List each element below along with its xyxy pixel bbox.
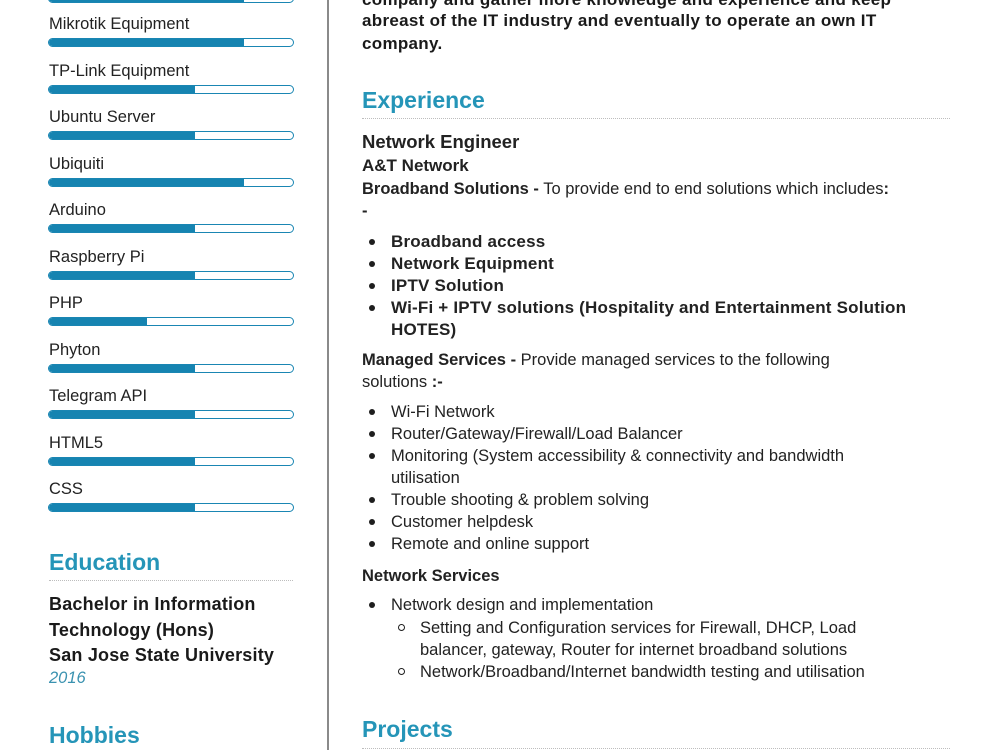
bullet-icon [369, 497, 375, 503]
bullet-icon [369, 453, 375, 459]
degree: Bachelor in Information [49, 594, 256, 614]
education-divider [49, 580, 293, 581]
managed-text: Provide managed services to the followin… [516, 351, 830, 369]
list-item: Customer helpdesk [391, 513, 534, 531]
skill-label: Phyton [49, 340, 101, 359]
job-title: Network Engineer [362, 131, 520, 152]
list-item: Monitoring (System accessibility & conne… [391, 447, 845, 465]
skill-level-bar [48, 363, 294, 373]
broadband-text: To provide end to end solutions which in… [538, 180, 884, 198]
skill-level-fill [49, 504, 196, 511]
skill-level-fill [49, 271, 196, 279]
broadband-suffix: : [883, 180, 890, 198]
skill-level-bar [48, 317, 294, 326]
list-item: Trouble shooting & problem solving [391, 491, 650, 509]
company-name: A&T Network [362, 156, 469, 175]
skill-label: Ubuntu Server [49, 108, 156, 126]
skill-level-bar [48, 410, 294, 419]
bullet-icon [369, 431, 375, 437]
managed-line2-suffix: :- [431, 373, 443, 391]
skill-level-bar [48, 224, 294, 233]
column-divider [327, 0, 329, 750]
bullet-icon [369, 409, 375, 415]
managed-services-line: Managed Services - Provide managed servi… [362, 349, 830, 371]
skill-level-fill [49, 364, 196, 372]
skill-level-fill [49, 178, 245, 186]
managed-line2-text: solutions [362, 373, 432, 391]
list-item: Broadband access [391, 232, 546, 251]
bullet-icon [369, 305, 375, 311]
skill-label: CSS [49, 480, 83, 498]
objective-line: company. [362, 34, 443, 53]
skill-label: Mikrotik Equipment [49, 15, 190, 33]
list-item: Router/Gateway/Firewall/Load Balancer [391, 425, 683, 443]
list-item: utilisation [391, 469, 460, 487]
list-item: IPTV Solution [391, 276, 505, 295]
managed-services-line2: solutions :- [362, 371, 443, 393]
skill-level-bar [48, 84, 294, 94]
skill-level-fill [49, 225, 196, 232]
experience-heading: Experience [362, 87, 485, 113]
list-item: Remote and online support [391, 535, 590, 553]
skill-level-bar [48, 177, 294, 187]
skill-level-fill [49, 39, 245, 46]
broadband-label: Broadband Solutions - [362, 180, 539, 198]
skill-level-bar [48, 38, 294, 47]
broadband-dash: - [362, 202, 368, 220]
skill-label: TP-Link Equipment [49, 61, 190, 80]
bullet-icon [369, 519, 375, 525]
skill-bar-partial [48, 0, 294, 3]
graduation-year: 2016 [49, 669, 86, 687]
school: San Jose State University [49, 645, 275, 665]
objective-line: abreast of the IT industry and eventuall… [362, 11, 877, 30]
projects-divider [362, 748, 950, 749]
skill-level-bar [48, 456, 294, 466]
skill-level-fill [49, 457, 196, 465]
list-item: Wi-Fi + IPTV solutions (Hospitality and … [391, 298, 907, 317]
skill-label: PHP [49, 294, 83, 312]
sub-list-item: Setting and Configuration services for F… [420, 619, 857, 637]
list-item: Network Equipment [391, 254, 555, 273]
experience-divider [362, 118, 950, 119]
circle-bullet-icon [398, 668, 405, 675]
skill-level-fill [49, 132, 196, 139]
list-item: HOTES) [391, 320, 457, 339]
sub-list-item: balancer, gateway, Router for internet b… [420, 641, 848, 659]
list-item: Wi-Fi Network [391, 403, 495, 421]
skill-level-fill [49, 411, 196, 418]
degree: Technology (Hons) [49, 620, 215, 640]
bullet-icon [369, 541, 375, 547]
skill-level-fill [49, 85, 196, 93]
skill-label: Raspberry Pi [49, 247, 145, 266]
skill-label: Ubiquiti [49, 154, 105, 173]
skill-label: HTML5 [49, 433, 104, 452]
sub-list-item: Network/Broadband/Internet bandwidth tes… [420, 663, 865, 681]
skill-label: Telegram API [49, 387, 148, 405]
bullet-icon [369, 602, 375, 608]
skill-level-bar [48, 503, 294, 512]
education-heading: Education [49, 549, 161, 575]
list-item: Network design and implementation [391, 596, 654, 614]
skill-level-fill [49, 318, 147, 325]
broadband-solutions-line: Broadband Solutions - To provide end to … [362, 178, 889, 200]
network-services-label: Network Services [362, 567, 500, 585]
skill-level-bar [48, 131, 294, 140]
bullet-icon [369, 239, 375, 245]
bullet-icon [369, 261, 375, 267]
managed-label: Managed Services - [362, 351, 517, 369]
circle-bullet-icon [398, 624, 405, 631]
bullet-icon [369, 283, 375, 289]
skill-label: Arduino [49, 201, 106, 219]
skill-level-bar [48, 270, 294, 280]
hobbies-heading: Hobbies [49, 722, 140, 748]
projects-heading: Projects [362, 716, 453, 742]
